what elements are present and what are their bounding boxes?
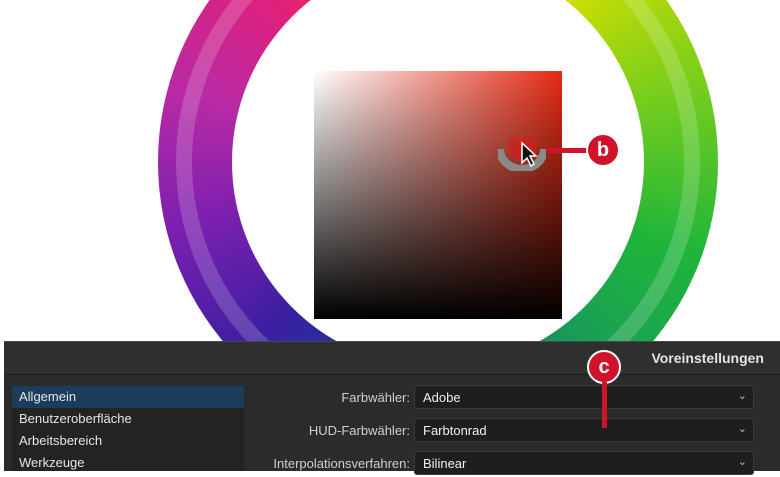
farbwaehler-select[interactable]: Adobe ⌄: [414, 385, 754, 409]
chevron-down-icon: ⌄: [737, 390, 747, 402]
interpolation-select[interactable]: Bilinear ⌄: [414, 451, 754, 475]
sidebar-item-werkzeuge[interactable]: Werkzeuge: [12, 452, 244, 474]
sidebar-item-arbeitsbereich[interactable]: Arbeitsbereich: [12, 430, 244, 452]
farbwaehler-value: Adobe: [423, 390, 461, 405]
hud-farbwaehler-value: Farbtonrad: [423, 423, 487, 438]
hud-farbwaehler-select[interactable]: Farbtonrad ⌄: [414, 418, 754, 442]
setting-row-hud-farbwaehler: HUD-Farbwähler: Farbtonrad ⌄: [244, 418, 780, 444]
sidebar-item-benutzeroberflaeche[interactable]: Benutzeroberfläche: [12, 408, 244, 430]
dialog-title: Voreinstellungen: [651, 350, 764, 366]
interpolation-value: Bilinear: [423, 456, 467, 471]
callout-c-badge: c: [587, 350, 621, 384]
preferences-dialog: Voreinstellungen Allgemein Benutzeroberf…: [4, 341, 780, 475]
callout-c-line: [602, 382, 607, 428]
color-picker-handle[interactable]: [498, 137, 546, 171]
saturation-brightness-square[interactable]: [314, 71, 562, 319]
setting-row-farbwaehler: Farbwähler: Adobe ⌄: [244, 385, 780, 411]
preferences-sidebar: Allgemein Benutzeroberfläche Arbeitsbere…: [12, 386, 244, 471]
chevron-down-icon: ⌄: [737, 456, 747, 468]
callout-b-line: [548, 148, 590, 153]
farbwaehler-label: Farbwähler:: [341, 390, 410, 405]
dialog-titlebar[interactable]: Voreinstellungen: [4, 342, 780, 375]
sidebar-item-allgemein[interactable]: Allgemein: [12, 386, 244, 408]
hud-farbwaehler-label: HUD-Farbwähler:: [308, 423, 410, 438]
callout-b-badge: b: [586, 133, 620, 167]
setting-row-interpolation: Interpolationsverfahren: Bilinear ⌄: [244, 451, 780, 477]
interpolation-label: Interpolationsverfahren:: [273, 456, 410, 471]
chevron-down-icon: ⌄: [737, 423, 747, 435]
